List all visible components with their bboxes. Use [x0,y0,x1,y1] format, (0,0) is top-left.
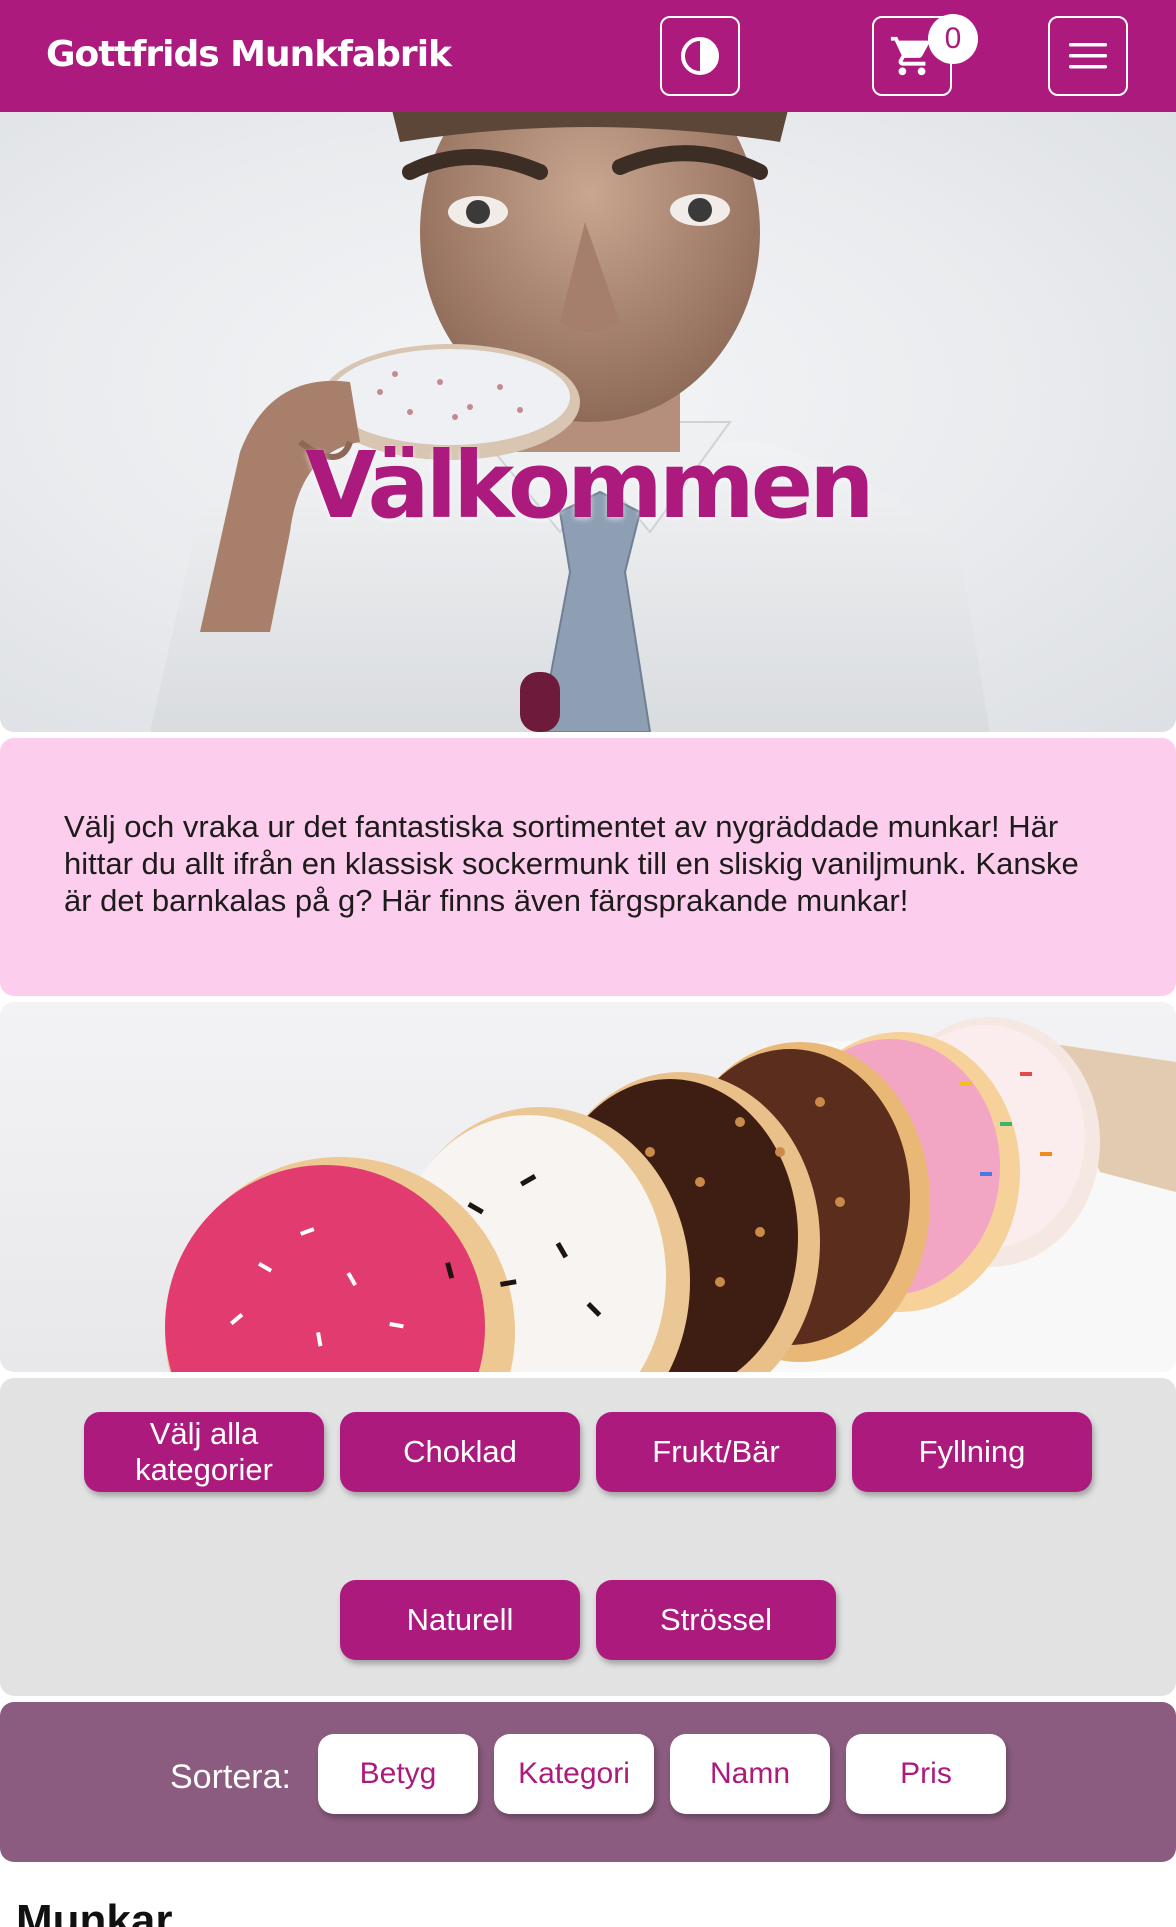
donuts-photo [165,1017,1176,1372]
sort-bar: Sortera: Betyg Kategori Namn Pris [0,1702,1176,1862]
category-fruit-berry-button[interactable]: Frukt/Bär [596,1412,836,1492]
menu-button[interactable] [1048,16,1128,96]
category-plain-button[interactable]: Naturell [340,1580,580,1660]
site-header: Gottfrids Munkfabrik 0 [0,0,1176,112]
brand-logo[interactable]: Gottfrids Munkfabrik [46,34,452,75]
hero-title: Välkommen [305,432,874,539]
sort-price-button[interactable]: Pris [846,1734,1006,1814]
donuts-image [0,1002,1176,1372]
hamburger-menu-icon [1069,43,1107,69]
contrast-icon [681,37,719,75]
intro-text: Välj och vraka ur det fantastiska sortim… [64,809,1079,918]
hero-banner: Välkommen [0,112,1176,732]
category-all-button[interactable]: Välj alla kategorier [84,1412,324,1492]
category-chocolate-button[interactable]: Choklad [340,1412,580,1492]
products-heading: Munkar [16,1896,173,1927]
sort-rating-button[interactable]: Betyg [318,1734,478,1814]
contrast-toggle-button[interactable] [660,16,740,96]
intro-panel: Välj och vraka ur det fantastiska sortim… [0,738,1176,996]
sort-name-button[interactable]: Namn [670,1734,830,1814]
sort-label: Sortera: [170,1758,291,1796]
category-filling-button[interactable]: Fyllning [852,1412,1092,1492]
category-sprinkles-button[interactable]: Strössel [596,1580,836,1660]
hero-photo [150,112,990,732]
cart-count-badge: 0 [928,14,978,64]
sort-category-button[interactable]: Kategori [494,1734,654,1814]
category-filter-panel: Välj alla kategorier Choklad Frukt/Bär F… [0,1378,1176,1696]
